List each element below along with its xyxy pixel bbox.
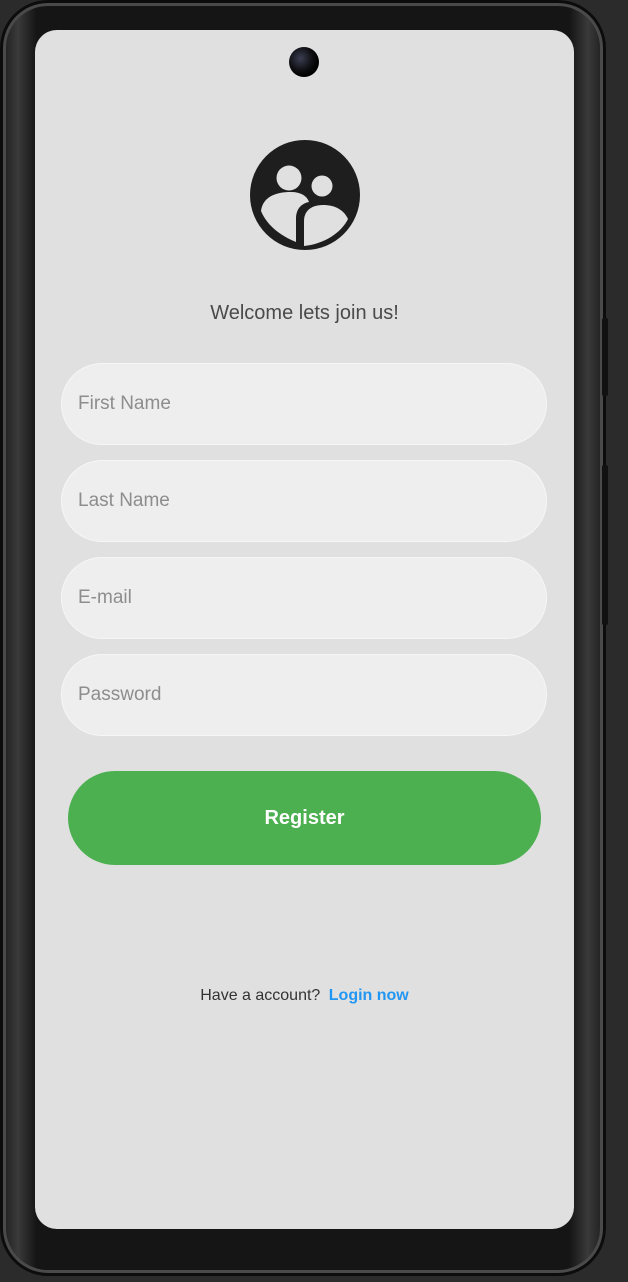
welcome-text: Welcome lets join us! [210, 302, 399, 324]
login-prompt: Have a account? Login now [35, 987, 574, 1005]
password-field[interactable] [61, 654, 547, 736]
people-group-icon [250, 140, 360, 250]
password-input[interactable] [62, 655, 546, 735]
app-screen: Welcome lets join us! Register Have a ac… [35, 30, 574, 1229]
front-camera [289, 47, 319, 77]
login-now-link[interactable]: Login now [329, 987, 409, 1004]
power-button [602, 465, 608, 625]
last-name-field[interactable] [61, 460, 547, 542]
register-button[interactable]: Register [68, 771, 541, 865]
first-name-input[interactable] [62, 364, 546, 444]
last-name-input[interactable] [62, 461, 546, 541]
volume-button [602, 318, 608, 396]
email-field[interactable] [61, 557, 547, 639]
first-name-field[interactable] [61, 363, 547, 445]
have-account-text: Have a account? [200, 987, 321, 1004]
email-input[interactable] [62, 558, 546, 638]
